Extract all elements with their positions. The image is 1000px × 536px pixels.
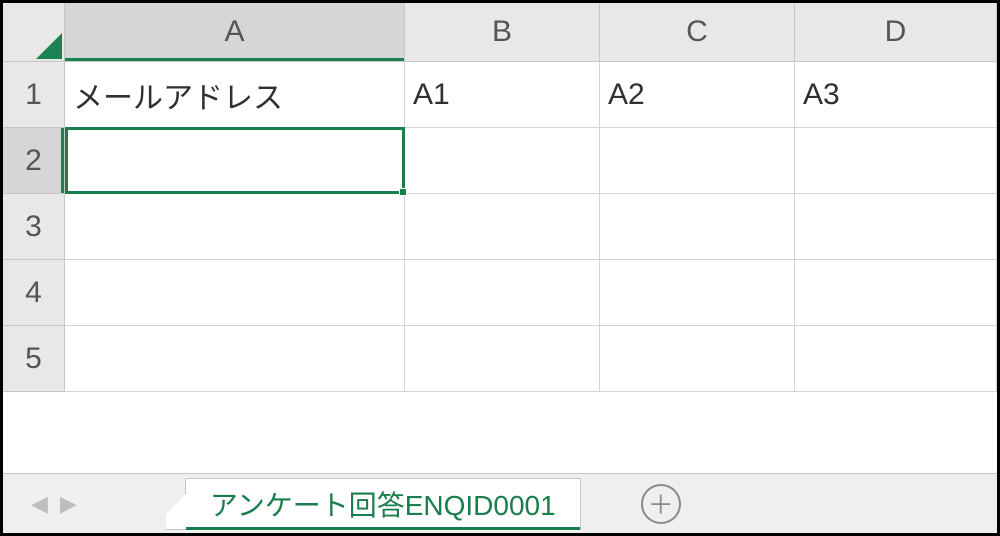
prev-sheet-icon[interactable]: ◀	[31, 491, 48, 517]
grid-rows: 1 メールアドレス A1 A2 A3 2 3 4	[3, 62, 997, 473]
next-sheet-icon[interactable]: ▶	[60, 491, 77, 517]
cell-B5[interactable]	[405, 326, 600, 392]
sheet-nav-arrows: ◀ ▶	[3, 491, 105, 517]
cell-C3[interactable]	[600, 194, 795, 260]
cell-D3[interactable]	[795, 194, 997, 260]
cell-B1[interactable]: A1	[405, 62, 600, 128]
row-2: 2	[3, 128, 997, 194]
row-4: 4	[3, 260, 997, 326]
row-header-3[interactable]: 3	[3, 194, 65, 260]
column-header-row: A B C D	[3, 3, 997, 62]
cell-D4[interactable]	[795, 260, 997, 326]
column-header-A[interactable]: A	[65, 3, 405, 61]
cell-A4[interactable]	[65, 260, 405, 326]
row-5: 5	[3, 326, 997, 392]
cell-C5[interactable]	[600, 326, 795, 392]
cell-D2[interactable]	[795, 128, 997, 194]
cell-D5[interactable]	[795, 326, 997, 392]
cell-A2[interactable]	[65, 128, 405, 194]
row-header-5[interactable]: 5	[3, 326, 65, 392]
cell-A1[interactable]: メールアドレス	[65, 62, 405, 128]
add-sheet-button[interactable]: ＋	[641, 484, 681, 524]
select-all-corner[interactable]	[3, 3, 65, 61]
column-header-D[interactable]: D	[795, 3, 997, 61]
column-header-C[interactable]: C	[600, 3, 795, 61]
cell-B3[interactable]	[405, 194, 600, 260]
row-header-4[interactable]: 4	[3, 260, 65, 326]
row-header-2[interactable]: 2	[3, 128, 65, 194]
sheet-tab-bar: ◀ ▶ アンケート回答ENQID0001 ＋	[3, 473, 997, 533]
sheet-area: A B C D 1 メールアドレス A1 A2 A3 2 3	[3, 3, 997, 473]
column-header-B[interactable]: B	[405, 3, 600, 61]
row-1: 1 メールアドレス A1 A2 A3	[3, 62, 997, 128]
cell-D1[interactable]: A3	[795, 62, 997, 128]
cell-C4[interactable]	[600, 260, 795, 326]
cell-C1[interactable]: A2	[600, 62, 795, 128]
cell-B4[interactable]	[405, 260, 600, 326]
spreadsheet: A B C D 1 メールアドレス A1 A2 A3 2 3	[3, 3, 997, 533]
select-all-triangle-icon	[36, 33, 62, 59]
sheet-tab-active[interactable]: アンケート回答ENQID0001	[185, 478, 581, 530]
cell-B2[interactable]	[405, 128, 600, 194]
row-3: 3	[3, 194, 997, 260]
cell-C2[interactable]	[600, 128, 795, 194]
cell-A3[interactable]	[65, 194, 405, 260]
row-header-1[interactable]: 1	[3, 62, 65, 128]
cell-A5[interactable]	[65, 326, 405, 392]
